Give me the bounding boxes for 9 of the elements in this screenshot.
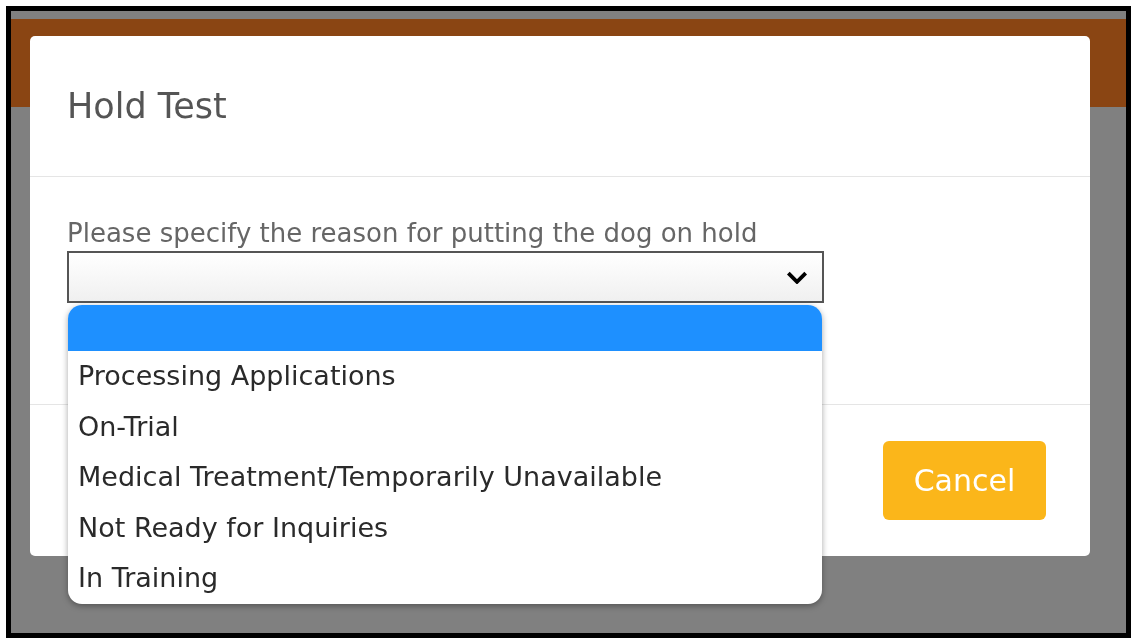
dropdown-option[interactable]: Processing Applications [68, 351, 822, 402]
reason-select[interactable] [67, 251, 824, 303]
chevron-down-icon [786, 270, 808, 284]
dropdown-option[interactable]: On-Trial [68, 401, 822, 452]
prompt-label: Please specify the reason for putting the dog on hold [67, 217, 759, 250]
dropdown-option[interactable]: Not Ready for Inquiries [68, 502, 822, 553]
dialog-title: Hold Test [67, 86, 227, 126]
dropdown-option[interactable]: Medical Treatment/Temporarily Unavailable [68, 452, 822, 503]
dropdown-option[interactable]: In Training [68, 553, 822, 604]
